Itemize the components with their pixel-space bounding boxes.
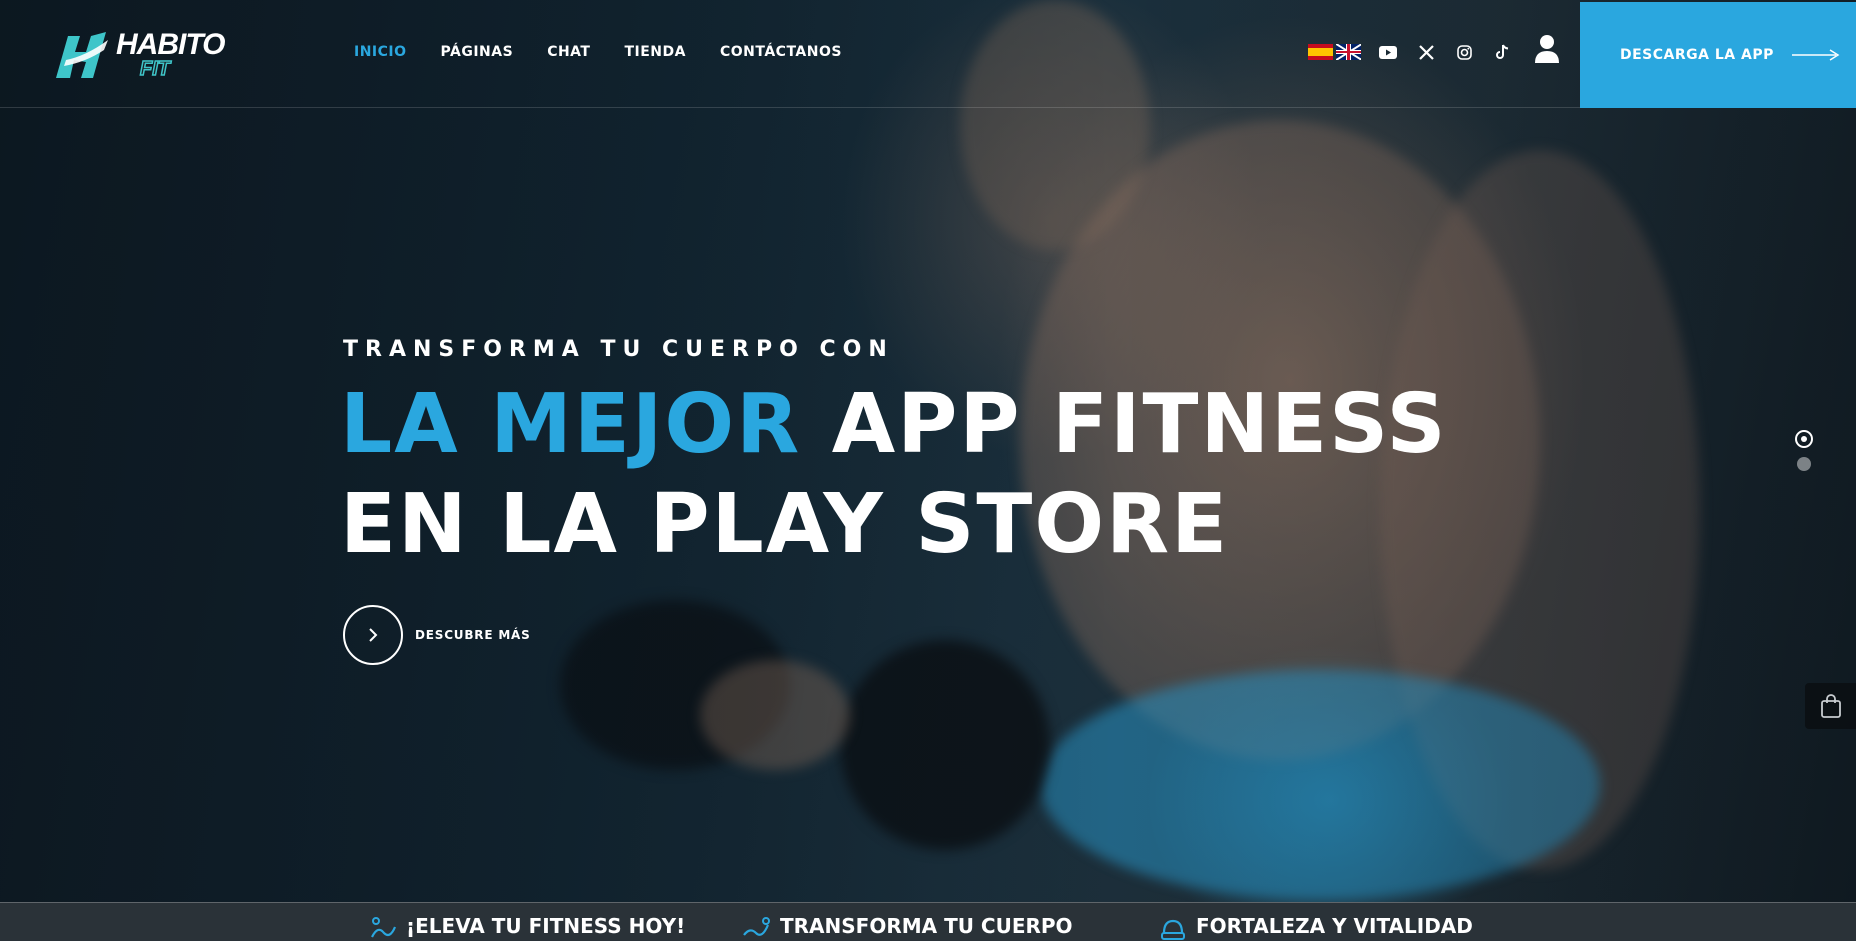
- nav-item-inicio[interactable]: INICIO: [354, 44, 407, 60]
- feature-label: TRANSFORMA TU CUERPO: [780, 914, 1073, 938]
- logo-text-habito: HABITO: [116, 28, 225, 61]
- hero-headline-line2: EN LA PLAY STORE: [340, 477, 1230, 572]
- hero-headline: LA MEJOR APP FITNESS EN LA PLAY STORE: [340, 375, 1448, 575]
- nav-item-chat[interactable]: CHAT: [547, 44, 590, 60]
- strength-icon: [1161, 919, 1185, 940]
- nav-item-contactanos[interactable]: CONTÁCTANOS: [720, 44, 842, 60]
- chevron-right-icon: [369, 628, 378, 642]
- slider-dot-1[interactable]: [1795, 430, 1813, 448]
- fitness-icon: [371, 917, 397, 938]
- download-app-label: DESCARGA LA APP: [1620, 47, 1774, 63]
- discover-more-button[interactable]: DESCUBRE MÁS: [343, 605, 531, 665]
- feature-label: FORTALEZA Y VITALIDAD: [1196, 914, 1473, 938]
- cart-button[interactable]: [1805, 683, 1856, 729]
- header-tools: [1308, 35, 1560, 64]
- download-app-button[interactable]: DESCARGA LA APP: [1580, 2, 1856, 108]
- x-twitter-icon[interactable]: [1416, 42, 1436, 62]
- slider-dot-2[interactable]: [1797, 457, 1811, 471]
- feature-label: ¡ELEVA TU FITNESS HOY!: [406, 914, 686, 938]
- flag-uk-icon[interactable]: [1336, 44, 1361, 60]
- site-header: HABITO FIT INICIO PÁGINAS CHAT TIENDA CO…: [0, 0, 1856, 108]
- body-icon: [743, 917, 770, 936]
- main-nav: INICIO PÁGINAS CHAT TIENDA CONTÁCTANOS: [354, 44, 876, 60]
- discover-circle: [343, 605, 403, 665]
- features-strip: ¡ELEVA TU FITNESS HOY! TRANSFORMA TU CUE…: [0, 902, 1856, 941]
- youtube-icon[interactable]: [1378, 42, 1398, 62]
- logo-mark-icon: [56, 32, 108, 78]
- hero-headline-rest: APP FITNESS: [801, 377, 1448, 472]
- feature-item: ¡ELEVA TU FITNESS HOY!: [368, 911, 685, 941]
- shopping-bag-icon: [1820, 694, 1841, 718]
- hero-headline-accent: LA MEJOR: [340, 377, 802, 472]
- user-icon[interactable]: [1534, 34, 1560, 64]
- feature-item: FORTALEZA Y VITALIDAD: [1158, 911, 1473, 941]
- hero-eyebrow: TRANSFORMA TU CUERPO CON: [343, 337, 894, 362]
- flag-es-icon[interactable]: [1308, 44, 1333, 60]
- social-links: [1378, 42, 1530, 62]
- arrow-right-icon: [1791, 49, 1840, 61]
- instagram-icon[interactable]: [1454, 42, 1474, 62]
- tiktok-icon[interactable]: [1492, 42, 1512, 62]
- discover-more-label: DESCUBRE MÁS: [415, 628, 531, 642]
- nav-item-tienda[interactable]: TIENDA: [624, 44, 686, 60]
- logo[interactable]: HABITO FIT: [46, 26, 225, 84]
- logo-text-fit: FIT: [139, 57, 171, 81]
- nav-item-paginas[interactable]: PÁGINAS: [441, 44, 514, 60]
- hero-headline-line1: LA MEJOR APP FITNESS: [340, 375, 1448, 475]
- feature-item: TRANSFORMA TU CUERPO: [742, 911, 1073, 941]
